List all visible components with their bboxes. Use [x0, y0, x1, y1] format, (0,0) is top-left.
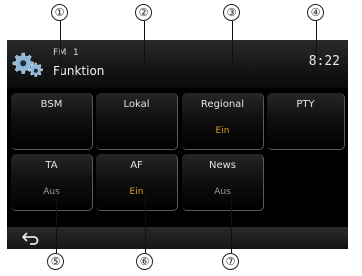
device-screen: FM1 Funktion 8:22 BSM Lokal Regional Ein…	[7, 40, 348, 249]
tile-label: AF	[130, 160, 143, 171]
clock: 8:22	[308, 54, 340, 69]
tile-label: Regional	[200, 99, 245, 110]
source-indicator: FM1	[53, 48, 79, 58]
af-button[interactable]: AF Ein	[96, 154, 178, 211]
callout-6: ⑥	[136, 253, 153, 270]
tile-label: TA	[45, 160, 58, 171]
regional-button[interactable]: Regional Ein	[182, 93, 264, 150]
bsm-button[interactable]: BSM	[11, 93, 93, 150]
tile-status: Ein	[129, 187, 144, 197]
callout-line-4	[316, 21, 317, 75]
pty-button[interactable]: PTY	[267, 93, 345, 150]
lokal-button[interactable]: Lokal	[96, 93, 178, 150]
gear-icon	[12, 52, 43, 77]
callout-2: ②	[135, 4, 152, 21]
ta-button[interactable]: TA Aus	[11, 154, 93, 211]
tile-label: News	[208, 160, 237, 171]
callout-line-6	[145, 193, 146, 253]
callout-7: ⑦	[222, 253, 239, 270]
preset-number: 1	[72, 48, 80, 58]
callout-4: ④	[307, 4, 324, 21]
callout-line-7	[231, 193, 232, 253]
news-button[interactable]: News Aus	[182, 154, 264, 211]
tile-label: PTY	[296, 99, 315, 110]
callout-3: ③	[223, 4, 240, 21]
callout-line-2	[144, 21, 145, 75]
tile-label: Lokal	[123, 99, 150, 110]
bottom-bar	[7, 227, 348, 249]
callout-line-1	[60, 21, 61, 75]
callout-5: ⑤	[47, 253, 64, 270]
callout-line-5	[56, 193, 57, 253]
back-arrow-icon[interactable]	[21, 229, 41, 247]
tile-status: Ein	[215, 126, 230, 136]
tile-status: Aus	[43, 187, 60, 197]
callout-1: ①	[51, 4, 68, 21]
tile-label: BSM	[40, 99, 63, 110]
header-bar: FM1 Funktion 8:22	[7, 40, 348, 88]
tile-status: Aus	[214, 187, 231, 197]
callout-line-3	[232, 21, 233, 75]
